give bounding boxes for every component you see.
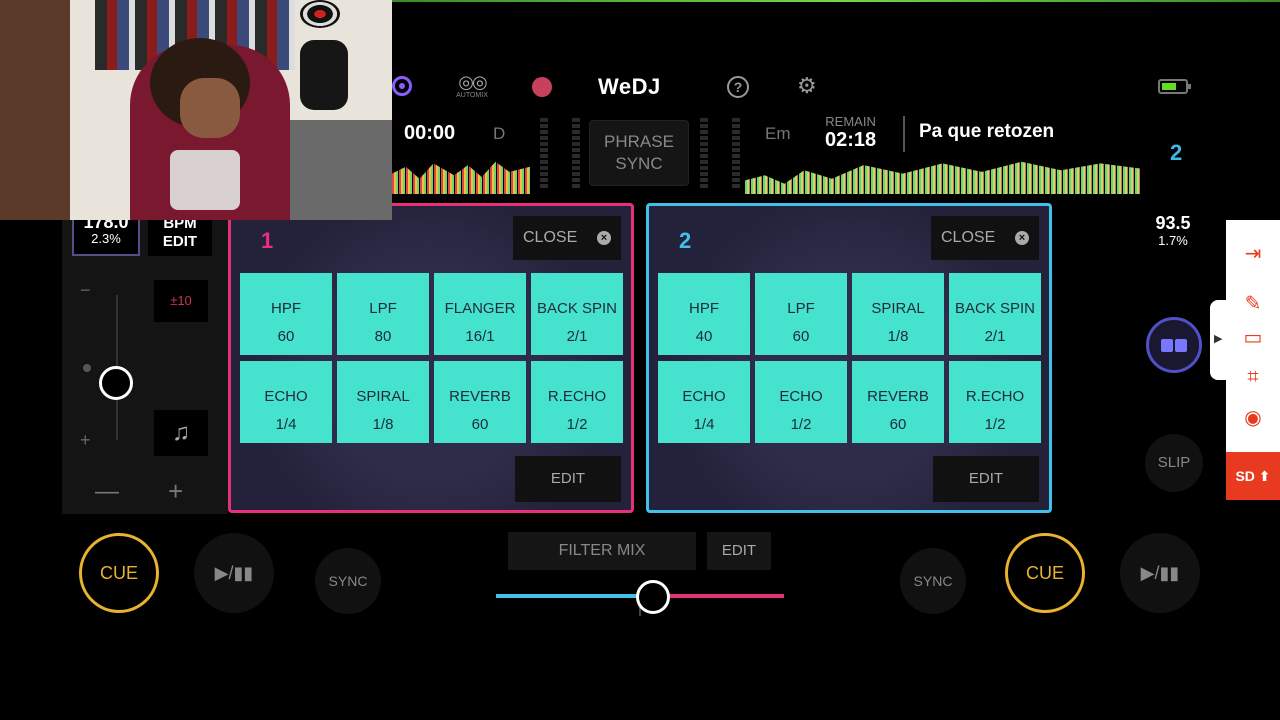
automix-icon: ◎◎ xyxy=(458,72,487,92)
key-lock-icon: ♫ xyxy=(172,419,190,446)
filter-mix-edit-button[interactable]: EDIT xyxy=(707,532,771,570)
fx-pad[interactable]: R.ECHO 1/2 xyxy=(531,361,623,443)
fx-pad[interactable]: LPF 80 xyxy=(337,273,429,355)
level-meter xyxy=(700,118,708,188)
phrase-sync-button[interactable]: PHRASE SYNC xyxy=(589,120,689,186)
crossfader-track-left[interactable] xyxy=(496,594,654,598)
record-button[interactable] xyxy=(532,77,552,97)
deck1-fx-panel: 1 CLOSE × HPF 60 LPF 80 FLANGER 16/1 BACK S… xyxy=(228,203,634,513)
deck2-fx-close-button[interactable]: CLOSE × xyxy=(931,216,1039,260)
chevron-right-icon: ▶ xyxy=(1214,333,1223,345)
fx-pad[interactable]: BACK SPIN 2/1 xyxy=(531,273,623,355)
deck2-sync-button[interactable]: SYNC xyxy=(900,548,966,614)
fx-pad[interactable]: FLANGER 16/1 xyxy=(434,273,526,355)
fx-pad[interactable]: ECHO 1/2 xyxy=(755,361,847,443)
level-meter xyxy=(732,118,740,188)
deck1-play-pause-button[interactable]: ▶/▮▮ xyxy=(194,533,274,613)
deck2-bpm-display: 93.5 1.7% xyxy=(1140,212,1206,256)
pitch-bend-plus-button[interactable]: + xyxy=(168,476,183,507)
pitch-center-dot xyxy=(83,364,91,372)
close-icon: × xyxy=(597,231,611,245)
remain-label: REMAIN xyxy=(825,114,876,129)
level-meter xyxy=(540,118,548,188)
bpm-edit-label: BPM EDIT xyxy=(162,215,198,250)
fx-pad[interactable]: SPIRAL 1/8 xyxy=(852,273,944,355)
deck2-number: 2 xyxy=(1170,140,1183,165)
gear-icon[interactable]: ⚙ xyxy=(797,74,817,98)
fx-pad[interactable]: BACK SPIN 2/1 xyxy=(949,273,1041,355)
deck1-fx-close-button[interactable]: CLOSE × xyxy=(513,216,621,260)
sd-label: SD xyxy=(1235,468,1255,484)
remain-time: 02:18 xyxy=(825,129,877,151)
help-icon[interactable]: ? xyxy=(727,76,749,98)
deck2-cue-button[interactable]: CUE xyxy=(1005,533,1085,613)
deck2-bpm: 93.5 xyxy=(1155,213,1191,233)
deck1-time: 00:00 xyxy=(404,122,456,144)
pitch-bend-minus-button[interactable]: — xyxy=(95,478,119,506)
crop-icon[interactable]: ⌗ xyxy=(1226,365,1280,389)
deck1-fx-edit-button[interactable]: EDIT xyxy=(515,456,621,502)
deck2-pitch: 1.7% xyxy=(1158,233,1188,248)
deck2-waveform[interactable] xyxy=(745,161,1140,194)
upload-icon: ⬆ xyxy=(1258,468,1271,484)
fx-pad[interactable]: SPIRAL 1/8 xyxy=(337,361,429,443)
deck2-key: Em xyxy=(765,124,791,143)
pitch-range-button[interactable]: ±10 xyxy=(154,280,208,322)
deck2-remain: REMAIN 02:18 xyxy=(825,114,876,152)
deck1-key: D xyxy=(493,124,506,143)
crossfader-knob[interactable] xyxy=(636,580,670,614)
deck1-pitch-panel xyxy=(62,212,228,514)
fx-pad[interactable]: HPF 60 xyxy=(240,273,332,355)
fx-pad[interactable]: LPF 60 xyxy=(755,273,847,355)
automix-button[interactable]: ◎◎ AUTOMIX xyxy=(452,72,492,104)
battery-icon xyxy=(1158,79,1191,94)
deck1-waveform[interactable] xyxy=(392,161,530,194)
pitch-slider-knob[interactable] xyxy=(99,366,133,400)
deck-select-icon[interactable] xyxy=(392,76,412,96)
app-logo: WeDJ xyxy=(598,74,661,99)
deck1-fx-number: 1 xyxy=(261,228,274,253)
recorder-collapse-tab[interactable]: ▶ xyxy=(1210,300,1226,380)
deck1-sync-button[interactable]: SYNC xyxy=(315,548,381,614)
fx-pad[interactable]: HPF 40 xyxy=(658,273,750,355)
filter-mix-button[interactable]: FILTER MIX xyxy=(508,532,696,570)
key-lock-button[interactable]: ♫ xyxy=(154,410,208,456)
deck2-fx-edit-button[interactable]: EDIT xyxy=(933,456,1039,502)
deck2-fx-pads: HPF 40 LPF 60 SPIRAL 1/8 BACK SPIN 2/1 ECHO 1… xyxy=(658,273,1041,443)
fx-pad[interactable]: REVERB 60 xyxy=(434,361,526,443)
fx-pad[interactable]: ECHO 1/4 xyxy=(658,361,750,443)
webcam-overlay xyxy=(0,0,392,220)
pitch-minus-label: − xyxy=(80,280,91,300)
pen-icon[interactable]: ✎ xyxy=(1226,292,1280,316)
deck2-track-title: Pa que retozen xyxy=(919,121,1055,142)
overview-waveform-strip xyxy=(392,0,1280,2)
crossfader-track-right[interactable] xyxy=(654,594,784,598)
level-meter xyxy=(572,118,580,188)
target-icon[interactable]: ◉ xyxy=(1226,406,1280,430)
fx-pad[interactable]: REVERB 60 xyxy=(852,361,944,443)
deck1-cue-button[interactable]: CUE xyxy=(79,533,159,613)
deck2-fx-number: 2 xyxy=(679,228,692,253)
fx-pad[interactable]: R.ECHO 1/2 xyxy=(949,361,1041,443)
deck1-pitch: 2.3% xyxy=(91,231,121,246)
phrase-sync-label: PHRASE SYNC xyxy=(604,132,674,173)
divider xyxy=(903,116,905,152)
slip-button[interactable]: SLIP xyxy=(1145,434,1203,492)
sd-record-button[interactable]: SD ⬆ xyxy=(1226,452,1280,500)
close-icon: × xyxy=(1015,231,1029,245)
fx-pad[interactable]: ECHO 1/4 xyxy=(240,361,332,443)
exit-icon[interactable]: ⇥ xyxy=(1226,242,1280,266)
deck2-fx-panel: 2 CLOSE × HPF 40 LPF 60 SPIRAL 1/8 BACK SPI… xyxy=(646,203,1052,513)
deck2-play-pause-button[interactable]: ▶/▮▮ xyxy=(1120,533,1200,613)
rectangle-icon[interactable]: ▭ xyxy=(1226,326,1280,350)
deck-layout-toggle[interactable] xyxy=(1146,317,1202,373)
close-label: CLOSE xyxy=(941,229,996,246)
automix-label: AUTOMIX xyxy=(456,92,488,99)
pitch-plus-label: + xyxy=(80,430,91,450)
deck1-fx-pads: HPF 60 LPF 80 FLANGER 16/1 BACK SPIN 2/1 ECH… xyxy=(240,273,623,443)
close-label: CLOSE xyxy=(523,229,578,246)
